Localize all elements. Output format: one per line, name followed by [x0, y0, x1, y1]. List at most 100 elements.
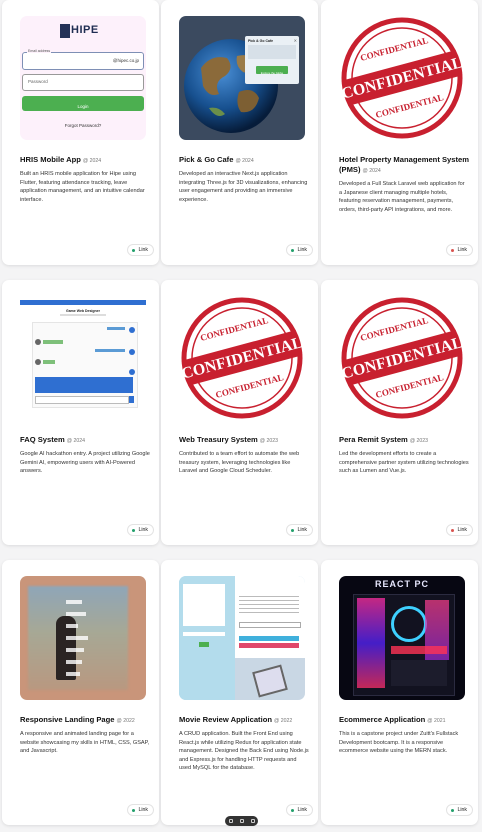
status-dot-icon [132, 248, 136, 252]
toolbar-icon[interactable] [250, 819, 255, 823]
project-link-button[interactable]: Link [446, 524, 473, 536]
hipe-logo-text: HIPE [71, 24, 99, 36]
login-button: Login [22, 96, 144, 111]
project-card: HIPE Email address @hipec.co.jp Password… [2, 0, 159, 265]
project-title: Hotel Property Management System (PMS) @ … [339, 155, 469, 176]
link-label: Link [138, 807, 148, 813]
link-label: Link [457, 527, 467, 533]
project-thumbnail: Pick & Go Cafe ✕ Explore the Globe [179, 16, 305, 140]
project-card: Game Web Designer FAQ System @ 2024 Googl… [2, 280, 159, 545]
project-link-button[interactable]: Link [286, 244, 313, 256]
project-title: HRIS Mobile App @ 2024 [20, 155, 150, 166]
project-link-button[interactable]: Link [127, 244, 154, 256]
project-description: A responsive and animated landing page f… [20, 731, 150, 754]
password-field: Password [22, 74, 144, 91]
project-link-button[interactable]: Link [446, 804, 473, 816]
project-year: @ 2024 [235, 158, 254, 164]
status-dot-icon [451, 528, 455, 532]
project-year: @ 2021 [427, 718, 446, 724]
project-card: Pick & Go Cafe ✕ Explore the Globe Pick … [161, 0, 318, 265]
hipe-logo: HIPE [60, 22, 106, 42]
project-link-button[interactable]: Link [127, 524, 154, 536]
status-dot-icon [291, 528, 295, 532]
confidential-stamp-graphic: CONFIDENTIAL CONFIDENTIAL CONFIDENTIAL [340, 17, 464, 139]
project-card: REACT PC Ecommerce Application @ 2021 Thi… [321, 560, 478, 825]
confidential-stamp-graphic: CONFIDENTIAL CONFIDENTIAL CONFIDENTIAL [340, 297, 464, 419]
project-description: Led the development efforts to create a … [339, 451, 469, 474]
project-title-text: Hotel Property Management System (PMS) [339, 155, 469, 174]
project-link-button[interactable]: Link [286, 804, 313, 816]
project-title: Responsive Landing Page @ 2022 [20, 715, 150, 726]
email-label: Email address [27, 49, 52, 53]
project-description: Built an HRIS mobile application for Hip… [20, 171, 145, 203]
project-description: Google AI hackathon entry. A project uti… [20, 451, 150, 474]
confidential-stamp: CONFIDENTIAL CONFIDENTIAL CONFIDENTIAL [339, 296, 465, 420]
project-title: Movie Review Application @ 2022 [179, 715, 309, 726]
project-year: @ 2023 [259, 438, 279, 444]
login-label: Login [77, 104, 89, 109]
project-title-text: Movie Review Application [179, 715, 272, 724]
confidential-stamp-graphic: CONFIDENTIAL CONFIDENTIAL CONFIDENTIAL [180, 297, 304, 419]
project-year: @ 2024 [362, 168, 381, 174]
project-year: @ 2022 [116, 718, 135, 724]
project-title-text: FAQ System [20, 435, 65, 444]
project-link-button[interactable]: Link [446, 244, 473, 256]
link-label: Link [297, 807, 307, 813]
project-card: CONFIDENTIAL CONFIDENTIAL CONFIDENTIAL W… [161, 280, 318, 545]
link-label: Link [138, 247, 148, 253]
project-title-text: Pera Remit System [339, 435, 408, 444]
project-title-text: Ecommerce Application [339, 715, 426, 724]
cafe-popup: Pick & Go Cafe ✕ Explore the Globe [245, 36, 299, 84]
status-dot-icon [132, 528, 136, 532]
link-label: Link [457, 247, 467, 253]
project-description: Contributed to a team effort to automate… [179, 451, 300, 474]
popup-title: Pick & Go Cafe [248, 39, 274, 43]
faq-header: Game Web Designer [66, 309, 100, 313]
email-value: @hipec.co.jp [112, 58, 139, 63]
confidential-stamp: CONFIDENTIAL CONFIDENTIAL CONFIDENTIAL [339, 16, 465, 140]
project-card: Responsive Landing Page @ 2022 A responsi… [2, 560, 159, 825]
project-title-text: Pick & Go Cafe [179, 155, 234, 164]
link-label: Link [457, 807, 467, 813]
project-year: @ 2022 [273, 718, 293, 724]
project-title: Web Treasury System @ 2023 [179, 435, 309, 446]
link-label: Link [297, 527, 307, 533]
project-year: @ 2024 [66, 438, 85, 444]
project-card: CONFIDENTIAL CONFIDENTIAL CONFIDENTIAL P… [321, 280, 478, 545]
project-title: Pera Remit System @ 2023 [339, 435, 469, 446]
project-thumbnail: REACT PC [339, 576, 465, 700]
project-description: This is a capstone project under Zuitt's… [339, 731, 459, 754]
toolbar-icon[interactable] [239, 819, 244, 823]
link-label: Link [138, 527, 148, 533]
project-year: @ 2024 [82, 158, 102, 164]
project-thumbnail [20, 576, 146, 700]
project-link-button[interactable]: Link [127, 804, 154, 816]
toolbar-icon[interactable] [228, 819, 233, 823]
project-title: Pick & Go Cafe @ 2024 [179, 155, 309, 166]
project-description: Developed an interactive Next.js applica… [179, 171, 308, 203]
project-description: A CRUD application. Built the Front End … [179, 731, 309, 771]
project-card: Movie Review Application @ 2022 A CRUD ap… [161, 560, 318, 825]
project-card: CONFIDENTIAL CONFIDENTIAL CONFIDENTIAL H… [321, 0, 478, 265]
floating-toolbar[interactable] [225, 816, 258, 826]
project-link-button[interactable]: Link [286, 524, 313, 536]
project-thumbnail: HIPE Email address @hipec.co.jp Password… [20, 16, 146, 140]
project-title: FAQ System @ 2024 [20, 435, 150, 446]
status-dot-icon [451, 248, 455, 252]
project-thumbnail: Game Web Designer [20, 300, 146, 412]
project-title: Ecommerce Application @ 2021 [339, 715, 469, 726]
project-title-text: Web Treasury System [179, 435, 258, 444]
link-label: Link [297, 247, 307, 253]
status-dot-icon [451, 808, 455, 812]
project-thumbnail [179, 576, 305, 700]
explore-button: Explore the Globe [256, 66, 288, 75]
explore-label: Explore the Globe [260, 71, 284, 75]
forgot-password-link: Forgot Password? [64, 123, 102, 128]
project-title-text: HRIS Mobile App [20, 155, 81, 164]
password-placeholder: Password [28, 79, 48, 84]
close-icon: ✕ [293, 38, 297, 43]
confidential-stamp: CONFIDENTIAL CONFIDENTIAL CONFIDENTIAL [179, 296, 305, 420]
chat-panel [32, 322, 138, 408]
status-dot-icon [291, 808, 295, 812]
project-title-text: Responsive Landing Page [20, 715, 115, 724]
